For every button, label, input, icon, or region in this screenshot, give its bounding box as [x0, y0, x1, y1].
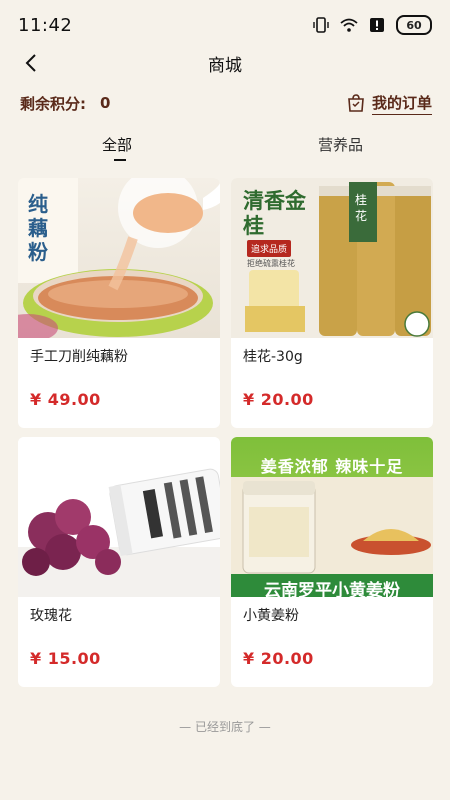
product-price: ¥ 15.00 [30, 649, 101, 668]
points-balance: 剩余积分: 0 [20, 93, 110, 114]
status-icons: 60 [312, 15, 432, 35]
product-image-banner: 云南罗平小黄姜粉 [264, 581, 400, 597]
product-image: 纯藕粉 [18, 178, 220, 338]
shopping-bag-icon [348, 94, 364, 112]
product-image [18, 437, 220, 597]
alert-icon [370, 18, 384, 32]
my-orders-link[interactable]: 我的订单 [346, 92, 432, 115]
product-image-badge: 追求品质 [247, 240, 292, 257]
product-card[interactable]: 姜香浓郁 辣味十足 云南罗平小黄姜粉 小黄姜粉 ¥ 20.00 [231, 437, 433, 687]
tab-active-indicator [114, 159, 126, 161]
vibrate-icon [313, 17, 329, 33]
points-label: 剩余积分: [20, 94, 86, 113]
end-of-list-text: — 已经到底了 — [179, 720, 271, 734]
wifi-icon [340, 18, 358, 32]
product-jar-label: 桂花 [355, 193, 368, 223]
tab-nutrition[interactable]: 营养品 [318, 134, 363, 155]
product-price: ¥ 49.00 [30, 390, 101, 409]
battery-icon: 60 [396, 15, 432, 35]
rose-tea-illustration [18, 468, 220, 597]
product-card[interactable]: 玫瑰花 ¥ 15.00 [18, 437, 220, 687]
product-image: 清香金桂 追求品质 拒绝硫熏桂花 桂花 [231, 178, 433, 338]
category-tabs: 全部 营养品 [0, 128, 450, 168]
back-button[interactable] [16, 48, 46, 78]
chevron-left-icon [25, 54, 36, 72]
page-title: 商城 [208, 55, 242, 76]
product-card[interactable]: 清香金桂 追求品质 拒绝硫熏桂花 桂花 桂花-30g ¥ 20.00 [231, 178, 433, 428]
my-orders-label: 我的订单 [371, 92, 432, 115]
points-value: 0 [100, 94, 111, 112]
points-row: 剩余积分: 0 我的订单 [0, 88, 450, 118]
product-name: 玫瑰花 [30, 608, 72, 624]
product-name: 桂花-30g [243, 349, 303, 365]
status-time: 11:42 [18, 14, 73, 36]
product-price: ¥ 20.00 [243, 390, 314, 409]
nav-bar: 商城 [0, 40, 450, 86]
product-name: 手工刀削纯藕粉 [30, 349, 128, 365]
product-card[interactable]: 纯藕粉 手工刀削纯藕粉 ¥ 49.00 [18, 178, 220, 428]
product-image-caption: 纯藕粉 [28, 192, 48, 264]
product-image-title: 清香金桂 [243, 188, 306, 238]
product-price: ¥ 20.00 [243, 649, 314, 668]
product-image-subtitle: 拒绝硫熏桂花 [247, 259, 295, 268]
product-image: 姜香浓郁 辣味十足 云南罗平小黄姜粉 [231, 437, 433, 597]
product-image-slogan: 姜香浓郁 辣味十足 [260, 457, 404, 476]
product-name: 小黄姜粉 [243, 608, 299, 624]
tab-all[interactable]: 全部 [102, 134, 132, 155]
